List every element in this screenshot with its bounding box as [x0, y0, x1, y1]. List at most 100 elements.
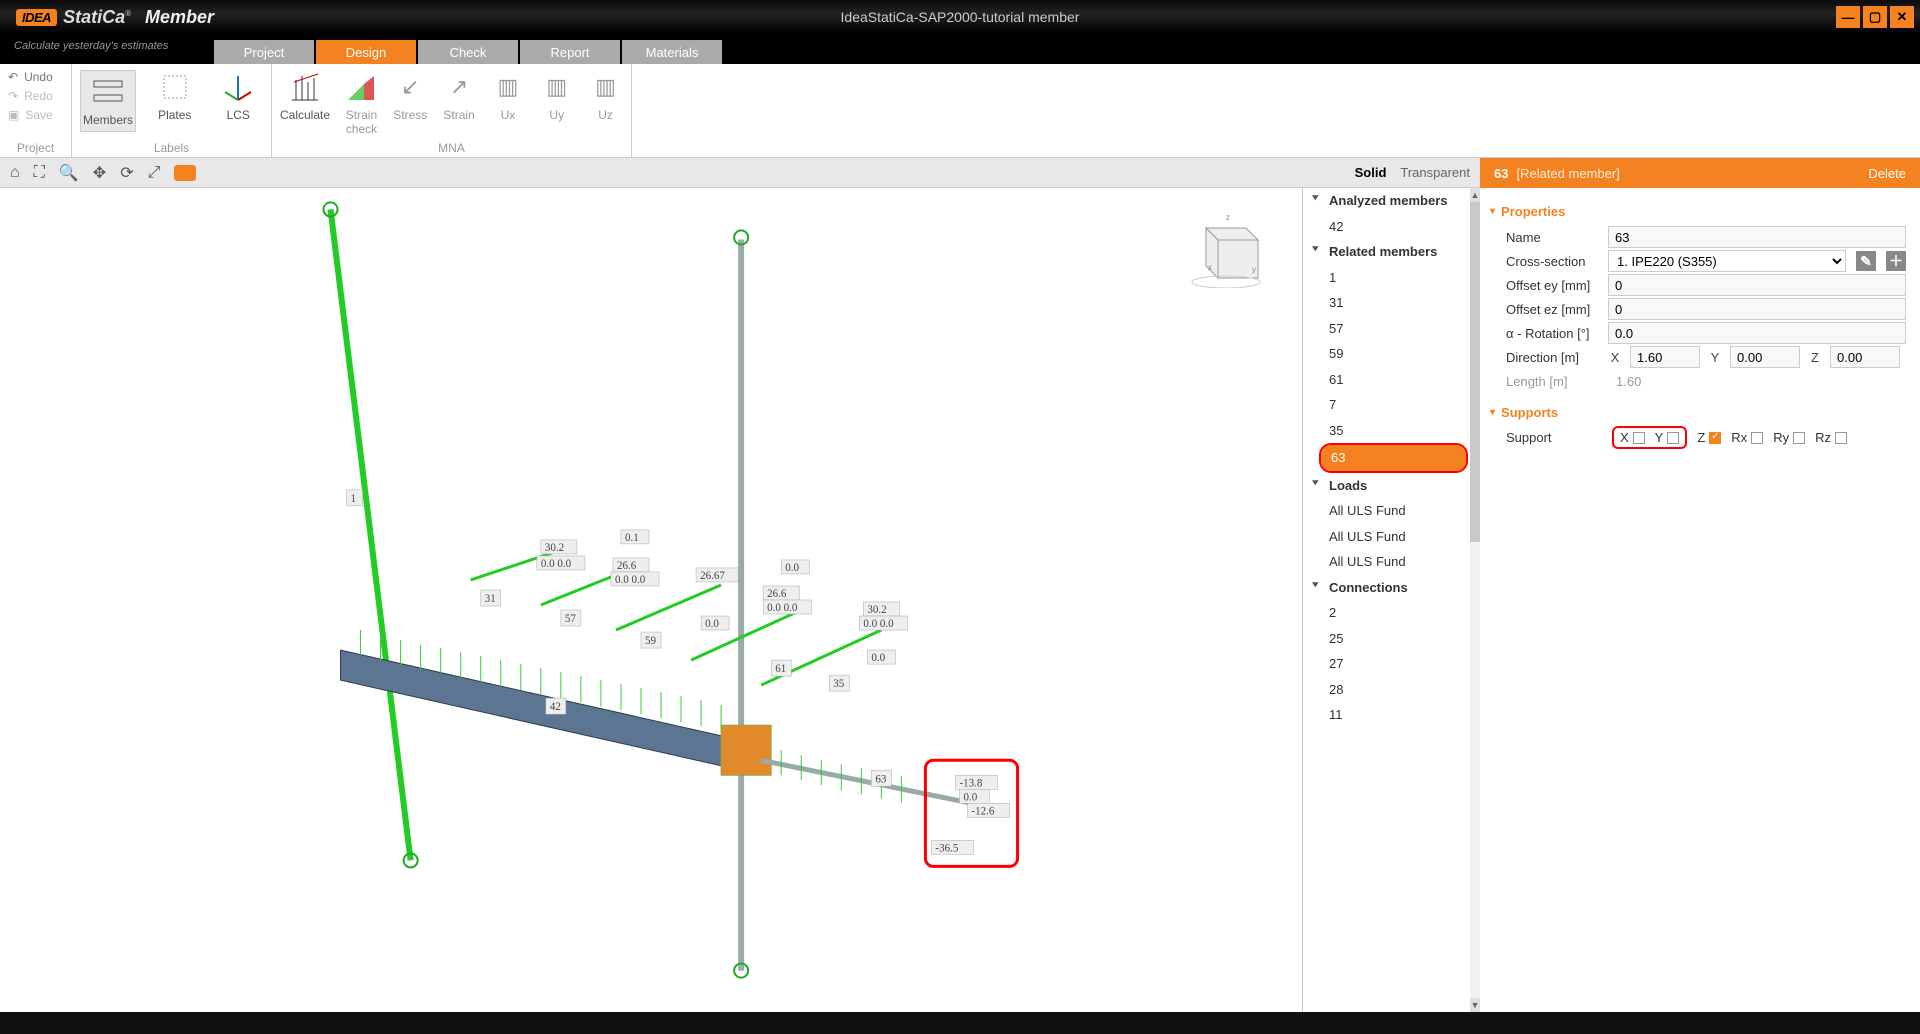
- tree-item[interactable]: 7: [1303, 392, 1480, 418]
- tree-item[interactable]: 28: [1303, 677, 1480, 703]
- redo-button[interactable]: ↷Redo: [8, 89, 63, 103]
- svg-text:63: 63: [875, 773, 887, 785]
- rotation-input[interactable]: [1608, 322, 1906, 344]
- deform-toggle[interactable]: [174, 165, 196, 181]
- svg-text:0.0 0.0: 0.0 0.0: [541, 558, 572, 570]
- svg-text:-12.6: -12.6: [971, 805, 994, 817]
- close-button[interactable]: ✕: [1890, 6, 1914, 28]
- calculate-button[interactable]: Calculate: [280, 70, 330, 136]
- add-section-button[interactable]: ＋: [1886, 251, 1906, 271]
- lcs-icon: [221, 70, 255, 104]
- ribbon: ↶Undo ↷Redo ▣Save Project Members Plates…: [0, 64, 1920, 158]
- svg-text:26.6: 26.6: [767, 588, 787, 600]
- tree-item[interactable]: 57: [1303, 316, 1480, 342]
- svg-text:0.0 0.0: 0.0 0.0: [863, 618, 894, 630]
- property-panel: Properties Name Cross-section 1. IPE220 …: [1480, 188, 1920, 1012]
- svg-text:59: 59: [645, 635, 657, 647]
- svg-text:y: y: [1252, 265, 1256, 274]
- support-y[interactable]: Y: [1655, 430, 1680, 445]
- title-bar: IDEA StatiCa® Member IdeaStatiCa-SAP2000…: [0, 0, 1920, 34]
- tree-analyzed-members[interactable]: Analyzed members: [1303, 188, 1480, 214]
- svg-text:x: x: [1208, 263, 1212, 272]
- scroll-down-icon[interactable]: ▼: [1470, 998, 1480, 1012]
- strain-button[interactable]: ↗Strain: [442, 70, 477, 136]
- undo-button[interactable]: ↶Undo: [8, 70, 63, 84]
- tree-item[interactable]: All ULS Fund: [1303, 549, 1480, 575]
- tab-report[interactable]: Report: [520, 40, 620, 64]
- quick-actions: ↶Undo ↷Redo ▣Save: [8, 70, 63, 122]
- minimize-button[interactable]: —: [1836, 6, 1860, 28]
- tree-item[interactable]: 2: [1303, 600, 1480, 626]
- svg-text:26.6: 26.6: [617, 560, 637, 572]
- app-logo: IDEA StatiCa® Member: [16, 7, 214, 28]
- dir-z-input[interactable]: [1830, 346, 1900, 368]
- delete-button[interactable]: Delete: [1868, 166, 1906, 181]
- scroll-thumb[interactable]: [1470, 202, 1480, 542]
- maximize-button[interactable]: ▢: [1863, 6, 1887, 28]
- view-cube[interactable]: xyz: [1186, 208, 1266, 288]
- home-view-button[interactable]: ⌂: [10, 164, 20, 182]
- tree-item[interactable]: 11: [1303, 702, 1480, 728]
- tree-related-members[interactable]: Related members: [1303, 239, 1480, 265]
- plates-toggle[interactable]: Plates: [150, 70, 200, 132]
- save-button[interactable]: ▣Save: [8, 108, 63, 122]
- support-rz[interactable]: Rz: [1815, 430, 1847, 445]
- model-tree[interactable]: Analyzed members 42 Related members 1 31…: [1302, 188, 1480, 1012]
- section-supports[interactable]: Supports: [1490, 405, 1906, 420]
- tree-item[interactable]: 42: [1303, 214, 1480, 240]
- ux-button[interactable]: ▥Ux: [491, 70, 526, 136]
- dir-y-input[interactable]: [1730, 346, 1800, 368]
- uy-button[interactable]: ▥Uy: [539, 70, 574, 136]
- uz-icon: ▥: [589, 70, 623, 104]
- svg-text:30.2: 30.2: [545, 542, 564, 554]
- uz-button[interactable]: ▥Uz: [588, 70, 623, 136]
- tab-design[interactable]: Design: [316, 40, 416, 64]
- stress-button[interactable]: ↙Stress: [393, 70, 428, 136]
- tree-item[interactable]: All ULS Fund: [1303, 498, 1480, 524]
- rotate-button[interactable]: ⟳: [120, 163, 133, 183]
- offset-ez-input[interactable]: [1608, 298, 1906, 320]
- dir-x-input[interactable]: [1630, 346, 1700, 368]
- tab-check[interactable]: Check: [418, 40, 518, 64]
- lcs-toggle[interactable]: LCS: [214, 70, 264, 132]
- scroll-up-icon[interactable]: ▲: [1470, 188, 1480, 202]
- tree-item[interactable]: 35: [1303, 418, 1480, 444]
- offset-ey-input[interactable]: [1608, 274, 1906, 296]
- tree-item[interactable]: 1: [1303, 265, 1480, 291]
- tree-scrollbar[interactable]: ▲ ▼: [1470, 188, 1480, 1012]
- svg-text:0.1: 0.1: [625, 532, 639, 544]
- members-toggle[interactable]: Members: [80, 70, 136, 132]
- section-properties[interactable]: Properties: [1490, 204, 1906, 219]
- tree-loads[interactable]: Loads: [1303, 473, 1480, 499]
- tab-materials[interactable]: Materials: [622, 40, 722, 64]
- viewport-3d[interactable]: 1 31 57 59 61 35 42 63 30.2 0.1 26.6 26.…: [0, 188, 1302, 1012]
- support-ry[interactable]: Ry: [1773, 430, 1805, 445]
- name-input[interactable]: [1608, 226, 1906, 248]
- undo-icon: ↶: [8, 70, 18, 84]
- strain-check-button[interactable]: Strain check: [344, 70, 379, 136]
- support-rx[interactable]: Rx: [1731, 430, 1763, 445]
- view-toolbar: ⌂ ⛶ 🔍 ✥ ⟳ ⤢ Solid Transparent: [0, 158, 1480, 188]
- cross-section-select[interactable]: 1. IPE220 (S355): [1608, 250, 1846, 272]
- transparent-toggle[interactable]: Transparent: [1400, 165, 1470, 180]
- tree-item[interactable]: All ULS Fund: [1303, 524, 1480, 550]
- tree-connections[interactable]: Connections: [1303, 575, 1480, 601]
- pan-button[interactable]: ✥: [93, 163, 106, 183]
- tree-item[interactable]: 31: [1303, 290, 1480, 316]
- label-direction: Direction [m]: [1490, 350, 1600, 365]
- support-x[interactable]: X: [1620, 430, 1645, 445]
- tree-item[interactable]: 61: [1303, 367, 1480, 393]
- tree-item[interactable]: 25: [1303, 626, 1480, 652]
- edit-section-button[interactable]: ✎: [1856, 251, 1876, 271]
- tree-item-selected[interactable]: 63: [1321, 445, 1466, 471]
- zoom-extents-button[interactable]: ⛶: [34, 164, 45, 182]
- tagline: Calculate yesterday's estimates: [0, 34, 214, 64]
- support-z[interactable]: Z: [1697, 430, 1721, 445]
- tree-item[interactable]: 59: [1303, 341, 1480, 367]
- label-name: Name: [1490, 230, 1600, 245]
- tab-project[interactable]: Project: [214, 40, 314, 64]
- fullscreen-button[interactable]: ⤢: [148, 164, 161, 182]
- solid-toggle[interactable]: Solid: [1355, 165, 1387, 180]
- tree-item[interactable]: 27: [1303, 651, 1480, 677]
- zoom-button[interactable]: 🔍: [59, 163, 79, 183]
